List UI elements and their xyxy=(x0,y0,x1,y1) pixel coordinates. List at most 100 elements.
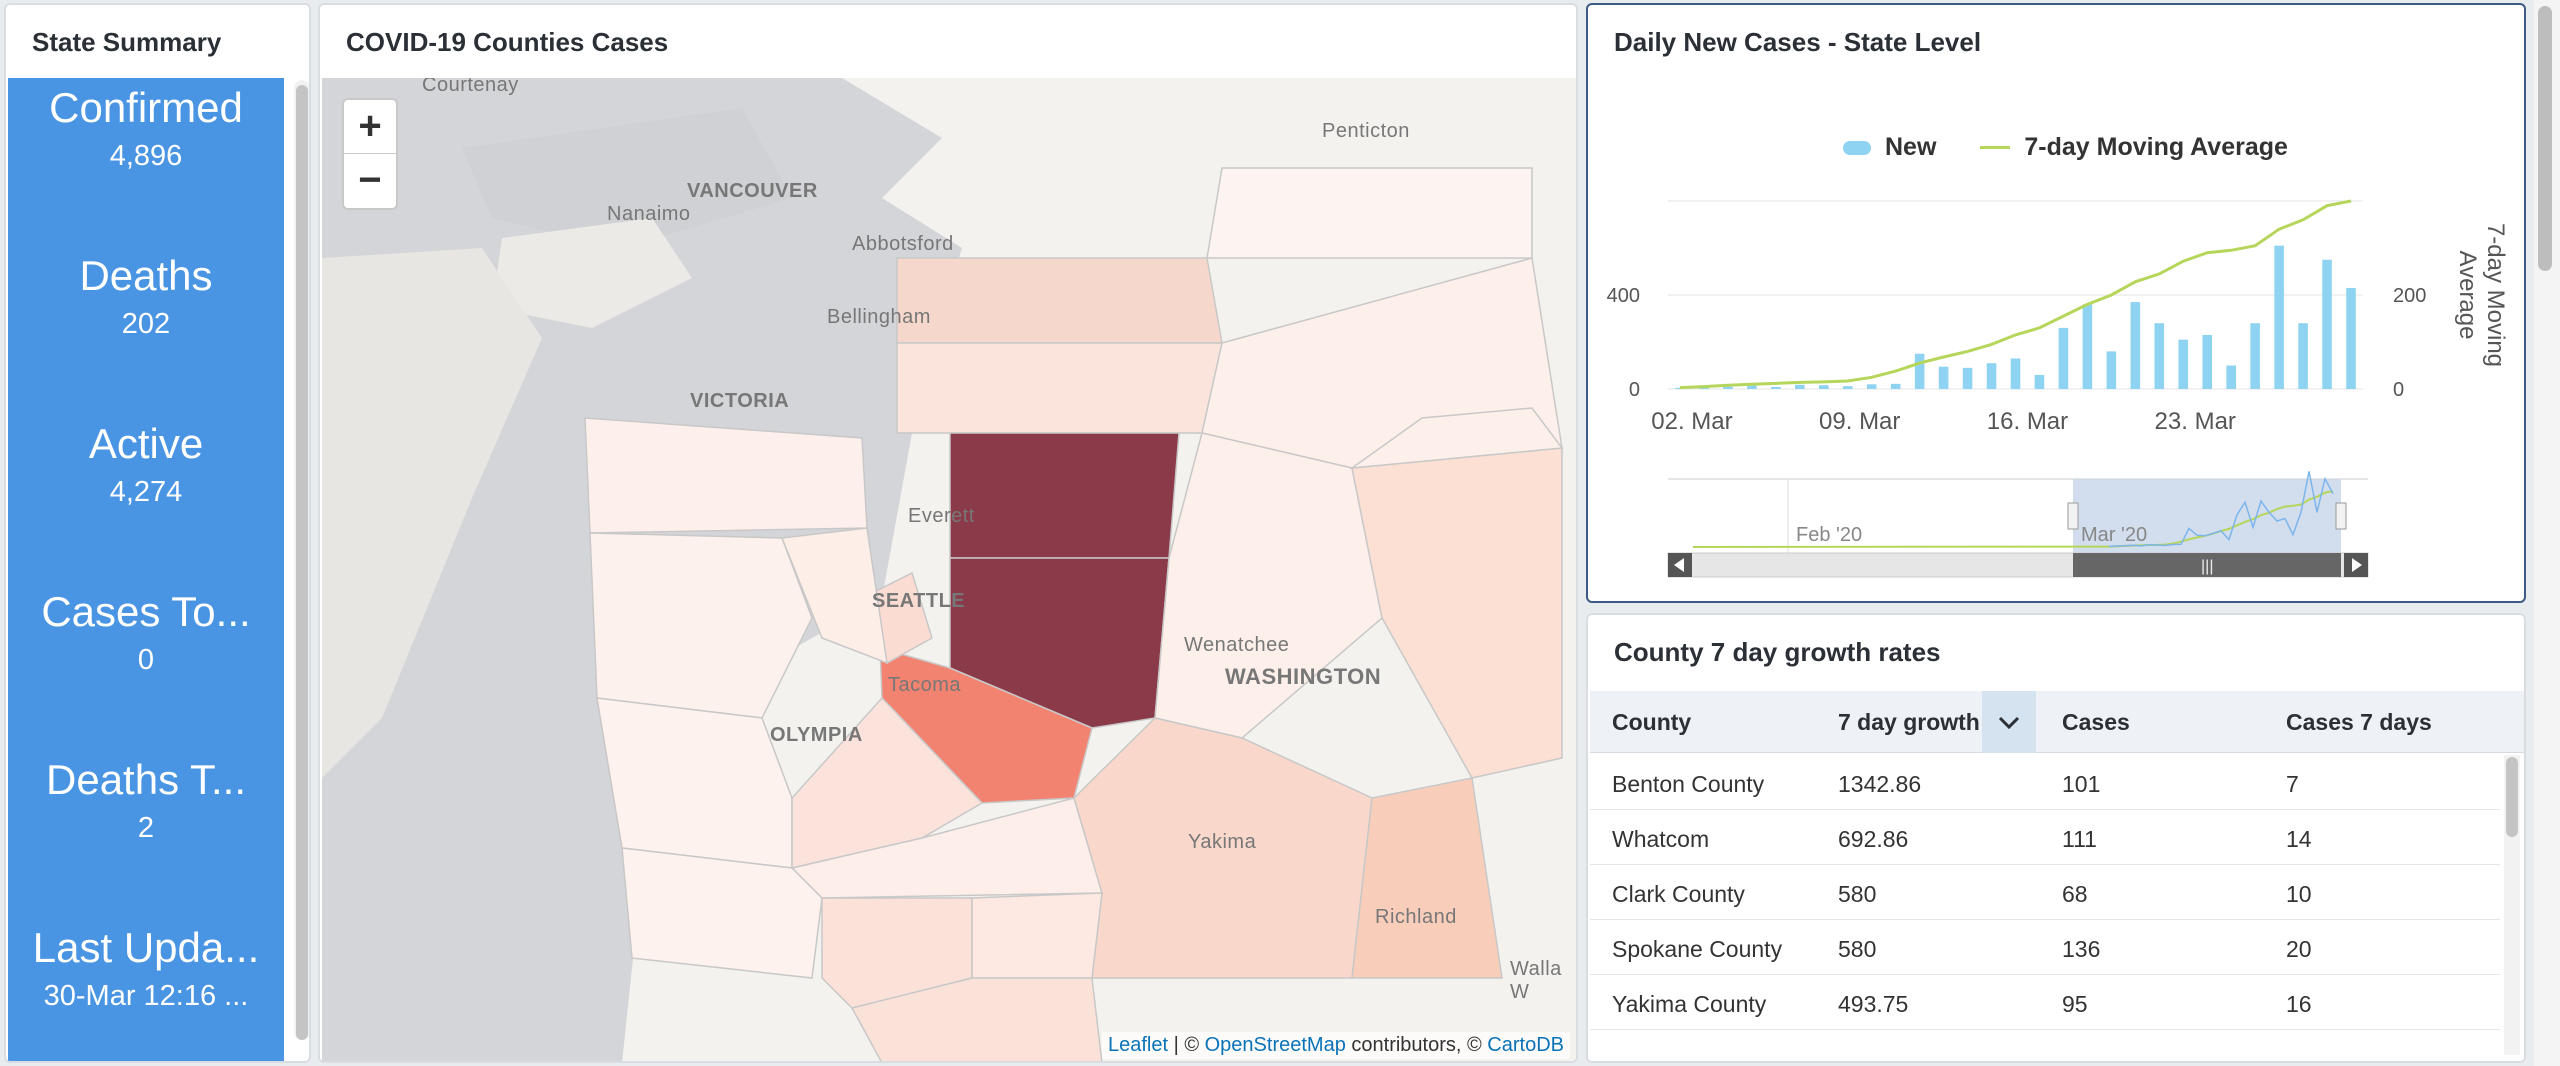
table-header: County 7 day growth Cases Cases 7 days xyxy=(1590,691,2524,753)
chevron-down-icon xyxy=(1998,716,2020,730)
map-title: COVID-19 Counties Cases xyxy=(346,27,669,57)
place-label: Tacoma xyxy=(888,674,962,696)
place-label: SEATTLE xyxy=(872,590,966,612)
table-row[interactable]: Spokane County 580 136 20 xyxy=(1590,920,2500,975)
y-right-axis-title: 7-day Moving xyxy=(2482,223,2509,367)
new-cases-bar xyxy=(2298,323,2308,389)
summary-scrollbar-thumb[interactable] xyxy=(296,85,308,1040)
table-cell: Whatcom xyxy=(1612,826,1710,852)
table-row[interactable]: Yakima County 493.75 95 16 xyxy=(1590,975,2500,1030)
stat-deaths-today: Deaths T... 2 xyxy=(8,756,284,845)
stat-value: 2 xyxy=(137,812,155,844)
stat-label: Deaths xyxy=(79,252,213,299)
county-clallam xyxy=(584,417,868,534)
new-cases-bar xyxy=(1723,386,1733,389)
table-row[interactable]: Clark County 580 68 10 xyxy=(1590,865,2500,920)
new-cases-bar xyxy=(1747,385,1757,389)
new-cases-bar xyxy=(2010,358,2021,389)
column-header-county[interactable]: County xyxy=(1612,709,1691,736)
state-summary-title: State Summary xyxy=(32,27,222,57)
x-axis-tick-label: 23. Mar xyxy=(2155,408,2236,435)
table-cell: 692.86 xyxy=(1838,826,1909,852)
chart-panel: Daily New Cases - State Level New 7-day … xyxy=(1586,3,2526,603)
place-label: VICTORIA xyxy=(690,390,790,412)
navigator-handle-left xyxy=(2067,502,2079,530)
y-left-tick-label: 400 xyxy=(1607,285,1640,307)
place-label: Yakima xyxy=(1188,831,1257,853)
stat-confirmed: Confirmed 4,896 xyxy=(8,84,284,173)
page-scrollbar-thumb[interactable] xyxy=(2538,6,2552,271)
county-map[interactable]: Courtenay Penticton VANCOUVER Nanaimo Ab… xyxy=(322,78,1576,1061)
table-cell: 95 xyxy=(2062,991,2088,1017)
attribution-text: contributors, © xyxy=(1345,1034,1488,1056)
new-cases-bar xyxy=(1771,386,1781,389)
column-header-cases[interactable]: Cases xyxy=(2062,709,2130,736)
table-cell: 136 xyxy=(2062,936,2101,962)
new-cases-bar xyxy=(2274,245,2284,389)
map-attribution: Leaflet | © OpenStreetMap contributors, … xyxy=(1101,1032,1570,1059)
x-axis-tick-label: 09. Mar xyxy=(1819,408,1900,435)
table-scrollbar-thumb[interactable] xyxy=(2506,757,2518,837)
table-cell: 1342.86 xyxy=(1838,771,1922,797)
new-cases-bar xyxy=(2154,323,2165,389)
summary-list: Confirmed 4,896 Deaths 202 Active 4,274 … xyxy=(8,78,284,1061)
y-right-tick-label: 200 xyxy=(2393,285,2426,307)
stat-last-updated: Last Upda... 30-Mar 12:16 ... xyxy=(8,924,284,1013)
table-cell: 493.75 xyxy=(1838,991,1909,1017)
openstreetmap-link[interactable]: OpenStreetMap xyxy=(1205,1034,1346,1056)
place-label: Nanaimo xyxy=(607,203,691,225)
growth-table-panel: County 7 day growth rates County 7 day g… xyxy=(1586,613,2526,1063)
stat-active: Active 4,274 xyxy=(8,420,284,509)
state-summary-panel: State Summary Confirmed 4,896 Deaths 202… xyxy=(4,3,311,1063)
county-grays-harbor xyxy=(596,697,793,869)
cartodb-link[interactable]: CartoDB xyxy=(1487,1034,1564,1056)
county-klickitat xyxy=(971,892,1103,979)
new-cases-bar xyxy=(2178,339,2189,389)
county-snohomish xyxy=(949,432,1180,559)
zoom-out-button[interactable]: − xyxy=(344,154,396,208)
new-cases-bar xyxy=(1914,353,1925,389)
table-cell: 101 xyxy=(2062,771,2101,797)
table-row[interactable]: Benton County 1342.86 101 7 xyxy=(1590,755,2500,810)
column-header-7-day-growth[interactable]: 7 day growth xyxy=(1838,709,1980,736)
table-row[interactable]: Whatcom 692.86 111 14 xyxy=(1590,810,2500,865)
county-whatcom xyxy=(896,257,1223,344)
zoom-in-button[interactable]: + xyxy=(344,100,396,154)
y-left-tick-label: 0 xyxy=(1629,379,1640,401)
new-cases-bar xyxy=(2346,287,2356,389)
new-cases-bar xyxy=(2322,259,2332,389)
y-right-axis-title: Average xyxy=(2454,251,2481,340)
new-cases-bar xyxy=(2130,302,2141,389)
place-label: OLYMPIA xyxy=(770,724,863,746)
attribution-text: | © xyxy=(1168,1034,1205,1056)
new-cases-bar xyxy=(1962,367,1973,389)
stat-value: 4,896 xyxy=(109,140,183,172)
table-cell: 10 xyxy=(2286,881,2312,907)
new-cases-bar xyxy=(2226,365,2236,389)
column-header-cases-7-days[interactable]: Cases 7 days xyxy=(2286,709,2432,736)
new-cases-bar xyxy=(1818,385,1829,389)
zoom-control: + − xyxy=(342,98,398,210)
x-axis-tick-label: 02. Mar xyxy=(1651,408,1732,435)
place-label: Richland xyxy=(1375,906,1457,928)
stat-value: 30-Mar 12:16 ... xyxy=(43,980,249,1012)
daily-cases-chart[interactable]: 02. Mar 09. Mar 16. Mar 23. Mar 0 400 0 200 7-da… xyxy=(1588,5,2524,601)
place-label: Wenatchee xyxy=(1184,634,1290,656)
new-cases-bar xyxy=(1842,386,1853,389)
leaflet-link[interactable]: Leaflet xyxy=(1108,1034,1168,1056)
new-cases-bar xyxy=(1866,384,1877,389)
place-label: Walla W xyxy=(1510,958,1562,1003)
new-cases-bar xyxy=(1938,366,1949,389)
x-axis-tick-label: 16. Mar xyxy=(1987,408,2068,435)
stat-value: 202 xyxy=(121,308,171,340)
table-cell: 14 xyxy=(2286,826,2312,852)
stat-label: Confirmed xyxy=(49,84,243,131)
new-cases-bar xyxy=(2106,351,2117,389)
table-cell: Benton County xyxy=(1612,771,1765,797)
navigator-handle-right xyxy=(2335,502,2347,530)
table-cell: 20 xyxy=(2286,936,2312,962)
new-cases-bar xyxy=(2250,323,2260,389)
place-label: Courtenay xyxy=(422,78,519,96)
sort-dropdown-button[interactable] xyxy=(1982,691,2036,753)
stat-value: 0 xyxy=(137,644,155,676)
